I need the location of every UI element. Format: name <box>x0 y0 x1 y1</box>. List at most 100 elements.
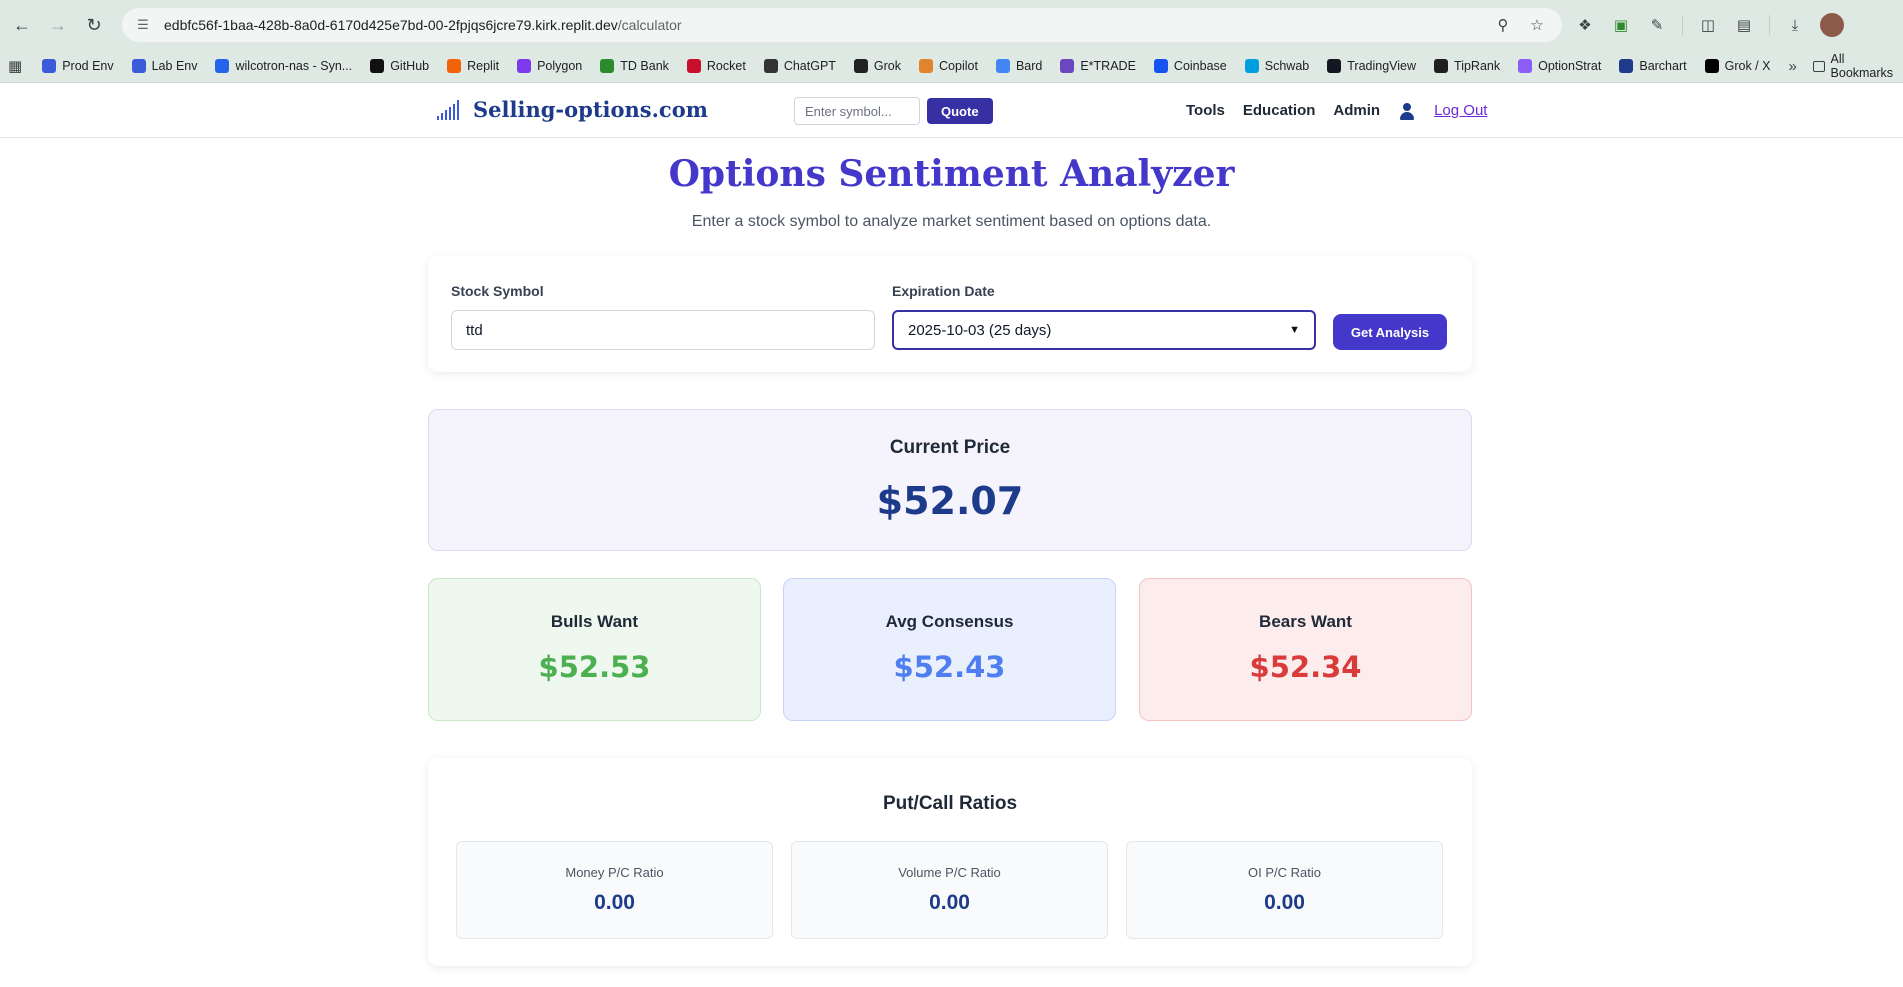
reload-icon[interactable]: ↻ <box>80 11 108 39</box>
bulls-want-card: Bulls Want $52.53 <box>428 578 761 721</box>
oi-pc-ratio-label: OI P/C Ratio <box>1248 865 1321 880</box>
current-price-value: $52.07 <box>876 479 1024 523</box>
analysis-form-card: Stock Symbol ttd Expiration Date 2025-10… <box>428 256 1472 372</box>
all-bookmarks-label: All Bookmarks <box>1830 52 1894 80</box>
more-bookmarks-icon[interactable]: » <box>1788 58 1796 75</box>
coinbase-icon <box>1153 59 1168 73</box>
stock-symbol-value: ttd <box>466 321 483 339</box>
bulls-want-label: Bulls Want <box>550 612 639 631</box>
bookmark-item[interactable]: TradingView <box>1327 59 1416 73</box>
so-icon <box>42 59 57 73</box>
optionstrat-icon <box>1518 59 1533 73</box>
logo-text: Selling-options.com <box>473 97 708 122</box>
current-price-card: Current Price $52.07 <box>428 409 1472 551</box>
chevron-down-icon: ▼ <box>1289 324 1300 336</box>
all-bookmarks-folder[interactable]: All Bookmarks <box>1812 52 1896 80</box>
bookmark-item[interactable]: Copilot <box>919 59 978 73</box>
profile-avatar[interactable] <box>1820 13 1844 37</box>
get-analysis-button[interactable]: Get Analysis <box>1333 314 1447 350</box>
expiration-date-select[interactable]: 2025-10-03 (25 days) ▼ <box>892 310 1316 350</box>
money-pc-ratio-box: Money P/C Ratio 0.00 <box>456 841 773 939</box>
apps-grid-icon[interactable]: ▦ <box>8 57 22 75</box>
bookmark-item[interactable]: TipRank <box>1434 59 1500 73</box>
bookmark-label: Lab Env <box>151 59 198 73</box>
stock-symbol-input[interactable]: ttd <box>451 310 875 350</box>
expiration-date-label: Expiration Date <box>892 283 995 299</box>
toolbar-divider <box>1682 15 1683 35</box>
oi-pc-ratio-box: OI P/C Ratio 0.00 <box>1126 841 1443 939</box>
money-pc-ratio-label: Money P/C Ratio <box>565 865 664 880</box>
copilot-icon <box>919 59 934 73</box>
bookmark-item[interactable]: Grok <box>853 59 902 73</box>
bookmark-label: Grok <box>873 59 902 73</box>
tab-search-icon[interactable]: ◫ <box>1697 14 1719 36</box>
reading-list-icon[interactable]: ▤ <box>1733 14 1755 36</box>
bar-chart-logo-icon <box>437 99 459 120</box>
bookmark-item[interactable]: GitHub <box>370 59 429 73</box>
bookmark-item[interactable]: Lab Env <box>131 59 198 73</box>
bookmark-item[interactable]: Grok / X <box>1704 59 1771 73</box>
back-arrow-icon[interactable]: ← <box>8 11 36 39</box>
bookmark-item[interactable]: Schwab <box>1244 59 1309 73</box>
address-bar[interactable]: ☰ edbfc56f-1baa-428b-8a0d-6170d425e7bd-0… <box>122 8 1562 42</box>
nav-education[interactable]: Education <box>1243 102 1316 119</box>
extensions-puzzle-icon[interactable]: ✎ <box>1646 14 1668 36</box>
bookmarks-bar: ▦ Prod Env Lab Env wilcotron-nas - Syn... G… <box>0 50 1903 83</box>
bookmark-label: Coinbase <box>1173 59 1227 73</box>
bookmark-label: TipRank <box>1454 59 1501 73</box>
user-icon[interactable] <box>1398 102 1416 120</box>
bookmark-label: Bard <box>1015 59 1043 73</box>
url-text[interactable]: edbfc56f-1baa-428b-8a0d-6170d425e7bd-00-… <box>164 17 1482 33</box>
grok-icon <box>853 59 868 73</box>
bookmark-item[interactable]: Prod Env <box>42 59 114 73</box>
lab-icon <box>131 59 146 73</box>
chatgpt-icon <box>763 59 778 73</box>
bears-want-card: Bears Want $52.34 <box>1139 578 1472 721</box>
etrade-icon <box>1060 59 1075 73</box>
download-icon[interactable]: ⤓ <box>1784 14 1806 36</box>
avg-consensus-card: Avg Consensus $52.43 <box>783 578 1116 721</box>
site-header: Selling-options.com Quote Tools Educatio… <box>0 83 1903 138</box>
nav-admin[interactable]: Admin <box>1333 102 1380 119</box>
zoom-icon[interactable]: ⚲ <box>1490 12 1516 38</box>
bookmark-label: E*TRADE <box>1080 59 1136 73</box>
bookmark-label: Rocket <box>706 59 746 73</box>
bookmark-item[interactable]: Replit <box>447 59 499 73</box>
folder-icon <box>1812 60 1825 72</box>
toolbar-divider <box>1769 15 1770 35</box>
symbol-search-input[interactable] <box>794 97 920 125</box>
volume-pc-ratio-box: Volume P/C Ratio 0.00 <box>791 841 1108 939</box>
bookmark-label: Grok / X <box>1724 59 1771 73</box>
put-call-ratios-card: Put/Call Ratios Money P/C Ratio 0.00 Vol… <box>428 758 1472 966</box>
browser-toolbar: ← → ↻ ☰ edbfc56f-1baa-428b-8a0d-6170d425… <box>0 0 1903 50</box>
logout-link[interactable]: Log Out <box>1434 102 1487 119</box>
bookmark-item[interactable]: Bard <box>995 59 1043 73</box>
forward-arrow-icon[interactable]: → <box>44 11 72 39</box>
bookmark-item[interactable]: Rocket <box>686 59 746 73</box>
bookmark-item[interactable]: ChatGPT <box>763 59 836 73</box>
expiration-date-value: 2025-10-03 (25 days) <box>908 321 1052 339</box>
bookmark-star-icon[interactable]: ☆ <box>1524 12 1550 38</box>
volume-pc-ratio-label: Volume P/C Ratio <box>898 865 1001 880</box>
bookmark-item[interactable]: TD Bank <box>600 59 669 73</box>
bookmark-item[interactable]: E*TRADE <box>1060 59 1136 73</box>
td-icon <box>600 59 615 73</box>
rocket-icon <box>686 59 701 73</box>
quote-button[interactable]: Quote <box>927 98 993 124</box>
bulls-want-value: $52.53 <box>538 650 651 684</box>
nav-tools[interactable]: Tools <box>1186 102 1225 119</box>
github-icon <box>370 59 385 73</box>
site-logo[interactable]: Selling-options.com <box>437 97 708 122</box>
bookmark-label: Barchart <box>1639 59 1687 73</box>
bookmark-label: OptionStrat <box>1538 59 1602 73</box>
site-settings-icon[interactable]: ☰ <box>134 16 152 34</box>
bookmark-label: wilcotron-nas - Syn... <box>235 59 353 73</box>
extension-openai-icon[interactable]: ❖ <box>1574 14 1596 36</box>
bookmark-item[interactable]: Polygon <box>517 59 582 73</box>
extension-green-icon[interactable]: ▣ <box>1610 14 1632 36</box>
bookmark-item[interactable]: OptionStrat <box>1518 59 1601 73</box>
bookmark-item[interactable]: wilcotron-nas - Syn... <box>215 59 352 73</box>
bookmark-item[interactable]: Coinbase <box>1153 59 1227 73</box>
url-host: edbfc56f-1baa-428b-8a0d-6170d425e7bd-00-… <box>164 17 618 33</box>
bookmark-item[interactable]: Barchart <box>1619 59 1687 73</box>
